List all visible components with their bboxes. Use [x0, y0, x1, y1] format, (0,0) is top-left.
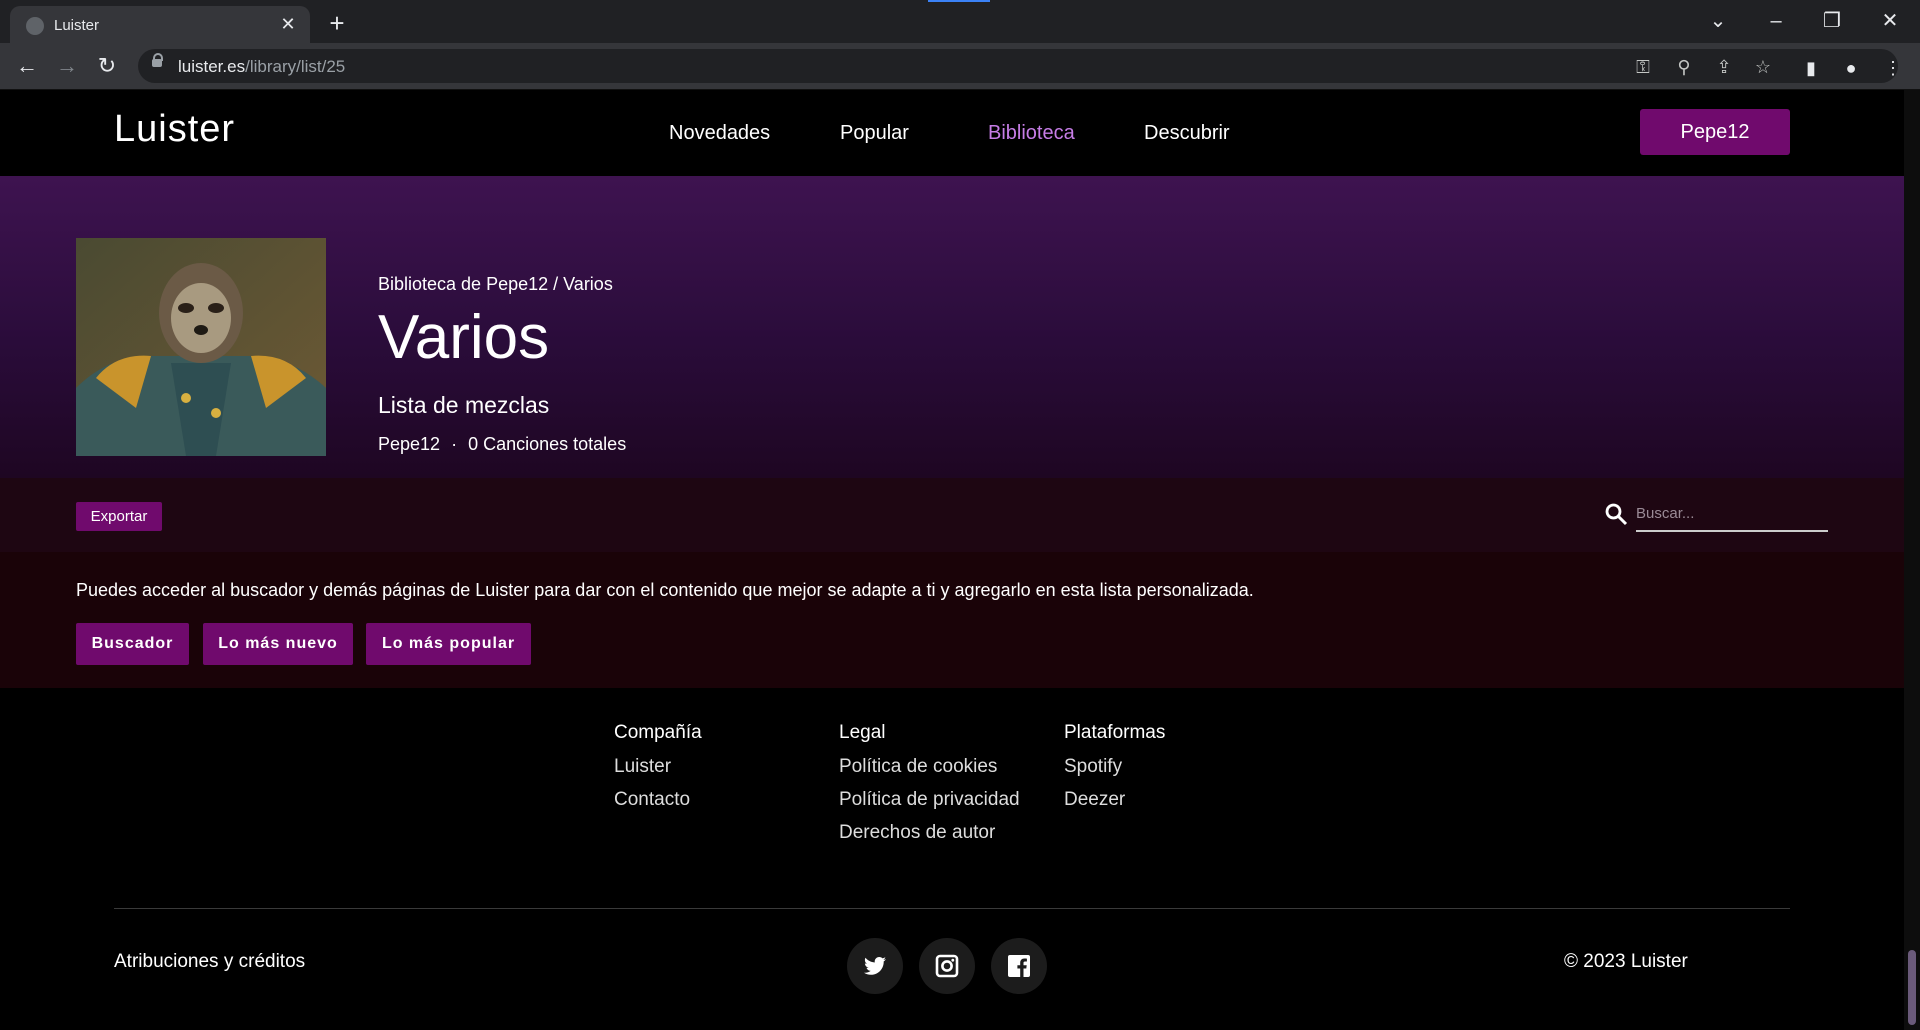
- nav-link-novedades[interactable]: Novedades: [669, 122, 770, 145]
- browser-toolbar: ← → ↻ luister.es/library/list/25 ⚿ ⚲ ⇪ ☆…: [0, 43, 1920, 90]
- export-button[interactable]: Exportar: [76, 502, 162, 531]
- site-logo[interactable]: Luister: [114, 108, 235, 151]
- search-icon: [1605, 503, 1628, 526]
- footer-link-privacy[interactable]: Política de privacidad: [839, 789, 1020, 811]
- footer-heading-legal: Legal: [839, 722, 886, 743]
- menu-icon[interactable]: ⋮: [1882, 57, 1904, 79]
- close-window-button[interactable]: ✕: [1862, 6, 1918, 36]
- profile-icon[interactable]: ●: [1840, 57, 1862, 79]
- minimize-button[interactable]: –: [1748, 6, 1804, 36]
- nav-link-biblioteca[interactable]: Biblioteca: [988, 122, 1075, 145]
- twitter-icon: [864, 957, 886, 975]
- most-popular-button[interactable]: Lo más popular: [366, 623, 531, 665]
- breadcrumb[interactable]: Biblioteca de Pepe12 / Varios: [378, 274, 613, 295]
- share-icon[interactable]: ⇪: [1713, 56, 1735, 78]
- tab-strip-accent: [928, 0, 990, 2]
- back-button[interactable]: ←: [12, 51, 42, 81]
- scrollbar-thumb[interactable]: [1908, 950, 1916, 1025]
- credits-link[interactable]: Atribuciones y créditos: [114, 951, 305, 973]
- newest-button[interactable]: Lo más nuevo: [203, 623, 353, 665]
- facebook-icon: [1008, 955, 1030, 977]
- footer-link-contacto[interactable]: Contacto: [614, 789, 690, 811]
- empty-list-notice: Puedes acceder al buscador y demás págin…: [0, 552, 1904, 688]
- footer-divider: [114, 908, 1790, 909]
- playlist-type: Lista de mezclas: [378, 392, 550, 418]
- twitter-button[interactable]: [847, 938, 903, 994]
- page-viewport: Luister Novedades Popular Biblioteca Des…: [0, 90, 1904, 1030]
- instagram-icon: [935, 954, 959, 978]
- facebook-button[interactable]: [991, 938, 1047, 994]
- bookmark-star-icon[interactable]: ☆: [1752, 56, 1774, 78]
- browser-tabbar: Luister ✕ + ⌄ – ❐ ✕: [0, 0, 1920, 43]
- copyright-text: © 2023 Luister: [1564, 951, 1688, 972]
- site-footer: Compañía Luister Contacto Legal Política…: [0, 688, 1904, 1030]
- favicon-icon: [26, 17, 44, 35]
- close-tab-icon[interactable]: ✕: [276, 12, 300, 36]
- side-panel-icon[interactable]: ▮: [1800, 57, 1822, 79]
- zoom-icon[interactable]: ⚲: [1673, 56, 1695, 78]
- instagram-button[interactable]: [919, 938, 975, 994]
- tab-title: Luister: [54, 17, 100, 34]
- footer-link-deezer[interactable]: Deezer: [1064, 789, 1125, 811]
- footer-link-luister[interactable]: Luister: [614, 756, 671, 778]
- search-input[interactable]: [1636, 496, 1828, 532]
- playlist-cover-image: [76, 238, 326, 456]
- footer-link-cookies[interactable]: Política de cookies: [839, 756, 997, 778]
- footer-heading-company: Compañía: [614, 722, 702, 743]
- buscador-button[interactable]: Buscador: [76, 623, 189, 665]
- footer-heading-platforms: Plataformas: [1064, 722, 1166, 743]
- footer-link-copyright[interactable]: Derechos de autor: [839, 822, 995, 844]
- song-count: 0 Canciones totales: [468, 434, 627, 454]
- forward-button[interactable]: →: [52, 51, 82, 81]
- address-bar[interactable]: luister.es/library/list/25 ⚿ ⚲ ⇪ ☆: [138, 49, 1898, 83]
- nav-link-popular[interactable]: Popular: [840, 122, 909, 145]
- footer-link-spotify[interactable]: Spotify: [1064, 756, 1122, 778]
- playlist-meta: Pepe12 · 0 Canciones totales: [378, 434, 626, 455]
- meta-separator: ·: [451, 434, 458, 454]
- restore-button[interactable]: ❐: [1804, 6, 1860, 36]
- user-menu-button[interactable]: Pepe12: [1640, 109, 1790, 155]
- page-title: Varios: [378, 303, 550, 372]
- url-text: luister.es/library/list/25: [178, 57, 346, 76]
- browser-tab[interactable]: Luister ✕: [10, 6, 310, 43]
- nav-link-descubrir[interactable]: Descubrir: [1144, 122, 1230, 145]
- playlist-owner[interactable]: Pepe12: [378, 434, 440, 454]
- playlist-toolbar: Exportar: [0, 478, 1904, 552]
- new-tab-button[interactable]: +: [322, 8, 352, 38]
- site-navbar: Luister Novedades Popular Biblioteca Des…: [0, 90, 1904, 176]
- page-scrollbar[interactable]: [1904, 90, 1920, 1030]
- notice-text: Puedes acceder al buscador y demás págin…: [76, 580, 1254, 600]
- reload-button[interactable]: ↻: [92, 51, 122, 81]
- key-icon[interactable]: ⚿: [1632, 56, 1654, 78]
- lock-icon: [152, 53, 163, 67]
- playlist-header: Biblioteca de Pepe12 / Varios Varios Lis…: [0, 176, 1904, 478]
- tab-search-icon[interactable]: ⌄: [1690, 6, 1746, 36]
